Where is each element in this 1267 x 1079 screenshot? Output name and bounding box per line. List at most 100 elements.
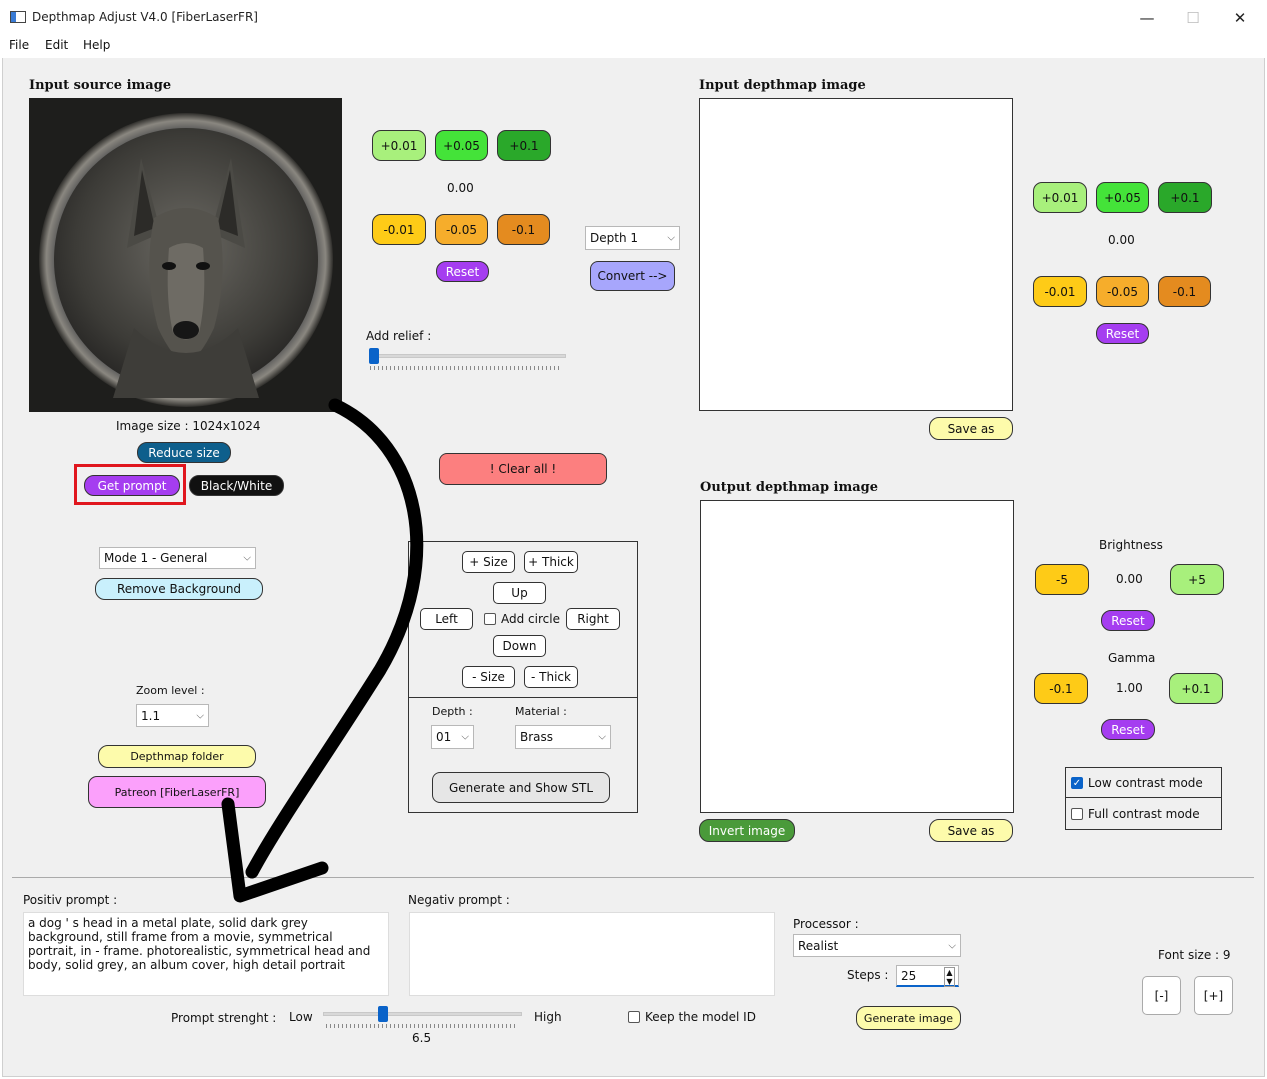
thick-minus-button[interactable]: - Thick xyxy=(524,666,578,688)
depthmap-folder-button[interactable]: Depthmap folder xyxy=(98,745,256,768)
right-button[interactable]: Right xyxy=(566,608,620,630)
brightness-value: 0.00 xyxy=(1116,572,1143,586)
input-save-as-button[interactable]: Save as xyxy=(929,417,1013,440)
remove-background-button[interactable]: Remove Background xyxy=(95,578,263,600)
minus-0.1-button[interactable]: -0.1 xyxy=(497,214,550,245)
up-button[interactable]: Up xyxy=(493,582,546,604)
plus-0.1-button-2[interactable]: +0.1 xyxy=(1158,182,1212,213)
spin-arrows-icon[interactable]: ▲ ▼ xyxy=(944,967,955,987)
plus-0.05-button-2[interactable]: +0.05 xyxy=(1096,182,1149,213)
input-depthmap-header: Input depthmap image xyxy=(699,78,866,93)
positive-prompt-input[interactable] xyxy=(23,912,389,996)
app-icon xyxy=(10,11,26,23)
brightness-label: Brightness xyxy=(1099,538,1163,552)
keep-model-check-box[interactable] xyxy=(628,1011,640,1023)
chevron-down-icon: ⌵ xyxy=(598,731,606,743)
reset-button-2[interactable]: Reset xyxy=(1096,323,1149,344)
low-contrast-checkbox[interactable]: ✓ Low contrast mode xyxy=(1071,776,1203,790)
full-contrast-checkbox[interactable]: Full contrast mode xyxy=(1071,807,1200,821)
full-contrast-check-box[interactable] xyxy=(1071,808,1083,820)
invert-image-button[interactable]: Invert image xyxy=(699,819,795,842)
minus-0.05-button-2[interactable]: -0.05 xyxy=(1096,276,1149,307)
mode-select[interactable]: Mode 1 - General ⌵ xyxy=(99,547,256,569)
patreon-button[interactable]: Patreon [FiberLaserFR] xyxy=(88,776,266,808)
material-select[interactable]: Brass ⌵ xyxy=(515,725,611,749)
keep-model-label: Keep the model ID xyxy=(645,1010,756,1024)
clear-all-button[interactable]: ! Clear all ! xyxy=(439,453,607,485)
bottom-separator xyxy=(12,877,1254,878)
minimize-button[interactable]: — xyxy=(1124,6,1170,30)
close-button[interactable]: ✕ xyxy=(1217,6,1263,30)
chevron-down-icon: ⌵ xyxy=(196,710,204,721)
left-button[interactable]: Left xyxy=(420,608,473,630)
add-relief-label: Add relief : xyxy=(366,329,432,343)
gamma-minus-button[interactable]: -0.1 xyxy=(1034,673,1088,704)
font-increase-button[interactable]: [+] xyxy=(1194,976,1233,1015)
generate-image-button[interactable]: Generate image xyxy=(856,1006,961,1030)
low-contrast-label: Low contrast mode xyxy=(1088,776,1203,790)
mode-select-value: Mode 1 - General xyxy=(104,551,208,565)
output-save-as-button[interactable]: Save as xyxy=(929,819,1013,842)
brightness-reset-button[interactable]: Reset xyxy=(1101,610,1155,631)
convert-button[interactable]: Convert --> xyxy=(590,261,675,291)
depth-select[interactable]: Depth 1 ⌵ xyxy=(585,226,680,250)
negative-prompt-input[interactable] xyxy=(409,912,775,996)
output-depthmap-preview xyxy=(700,500,1014,813)
gamma-label: Gamma xyxy=(1108,651,1156,665)
menu-file[interactable]: File xyxy=(9,38,29,52)
minus-0.01-button[interactable]: -0.01 xyxy=(372,214,426,245)
minus-0.05-button[interactable]: -0.05 xyxy=(435,214,488,245)
minus-0.1-button-2[interactable]: -0.1 xyxy=(1158,276,1211,307)
black-white-button[interactable]: Black/White xyxy=(189,475,284,496)
generate-stl-button[interactable]: Generate and Show STL xyxy=(432,772,610,803)
add-circle-check-box[interactable] xyxy=(484,613,496,625)
minus-0.01-button-2[interactable]: -0.01 xyxy=(1033,276,1087,307)
brightness-minus-button[interactable]: -5 xyxy=(1035,564,1089,595)
strength-slider-track[interactable] xyxy=(323,1012,522,1016)
menu-help[interactable]: Help xyxy=(83,38,110,52)
negative-prompt-label: Negativ prompt : xyxy=(408,893,510,907)
stl-panel-divider xyxy=(409,697,637,698)
steps-label: Steps : xyxy=(847,968,889,982)
steps-value: 25 xyxy=(901,968,917,983)
steps-spinbox[interactable]: 25 ▲ ▼ xyxy=(896,965,959,987)
dog-coin-image xyxy=(39,113,333,407)
size-minus-button[interactable]: - Size xyxy=(462,666,515,688)
keep-model-checkbox[interactable]: Keep the model ID xyxy=(628,1010,756,1024)
font-size-label: Font size : 9 xyxy=(1158,948,1231,962)
image-size-label: Image size : 1024x1024 xyxy=(116,419,261,433)
down-button[interactable]: Down xyxy=(493,635,546,657)
processor-select[interactable]: Realist ⌵ xyxy=(793,934,961,957)
window-title: Depthmap Adjust V4.0 [FiberLaserFR] xyxy=(32,10,258,24)
gamma-reset-button[interactable]: Reset xyxy=(1101,719,1155,740)
size-plus-button[interactable]: + Size xyxy=(462,551,515,573)
strength-low-label: Low xyxy=(289,1010,313,1024)
plus-0.01-button[interactable]: +0.01 xyxy=(372,130,426,161)
relief-slider-track[interactable] xyxy=(370,354,566,358)
menu-edit[interactable]: Edit xyxy=(45,38,68,52)
font-decrease-button[interactable]: [-] xyxy=(1142,976,1181,1015)
brightness-plus-button[interactable]: +5 xyxy=(1170,564,1224,595)
depth-select-value: Depth 1 xyxy=(590,231,638,245)
get-prompt-button[interactable]: Get prompt xyxy=(84,475,180,496)
add-circle-checkbox[interactable]: Add circle xyxy=(484,612,560,626)
strength-slider-thumb[interactable] xyxy=(377,1006,388,1022)
gamma-plus-button[interactable]: +0.1 xyxy=(1169,673,1223,704)
reset-button[interactable]: Reset xyxy=(436,261,489,282)
thick-plus-button[interactable]: + Thick xyxy=(524,551,578,573)
low-contrast-check-box[interactable]: ✓ xyxy=(1071,777,1083,789)
stl-depth-select[interactable]: 01 ⌵ xyxy=(431,725,474,749)
plus-0.1-button[interactable]: +0.1 xyxy=(497,130,551,161)
processor-label: Processor : xyxy=(793,917,859,931)
plus-0.05-button[interactable]: +0.05 xyxy=(435,130,488,161)
source-image-header: Input source image xyxy=(29,78,172,93)
zoom-level-select[interactable]: 1.1 ⌵ xyxy=(136,704,209,727)
stl-depth-label: Depth : xyxy=(432,705,473,718)
strength-high-label: High xyxy=(534,1010,562,1024)
relief-slider-thumb[interactable] xyxy=(368,348,379,364)
maximize-button[interactable]: ☐ xyxy=(1170,6,1216,30)
source-image-preview xyxy=(29,98,342,412)
plus-0.01-button-2[interactable]: +0.01 xyxy=(1033,182,1087,213)
reduce-size-button[interactable]: Reduce size xyxy=(137,442,231,463)
prompt-strength-label: Prompt strenght : xyxy=(171,1011,277,1025)
